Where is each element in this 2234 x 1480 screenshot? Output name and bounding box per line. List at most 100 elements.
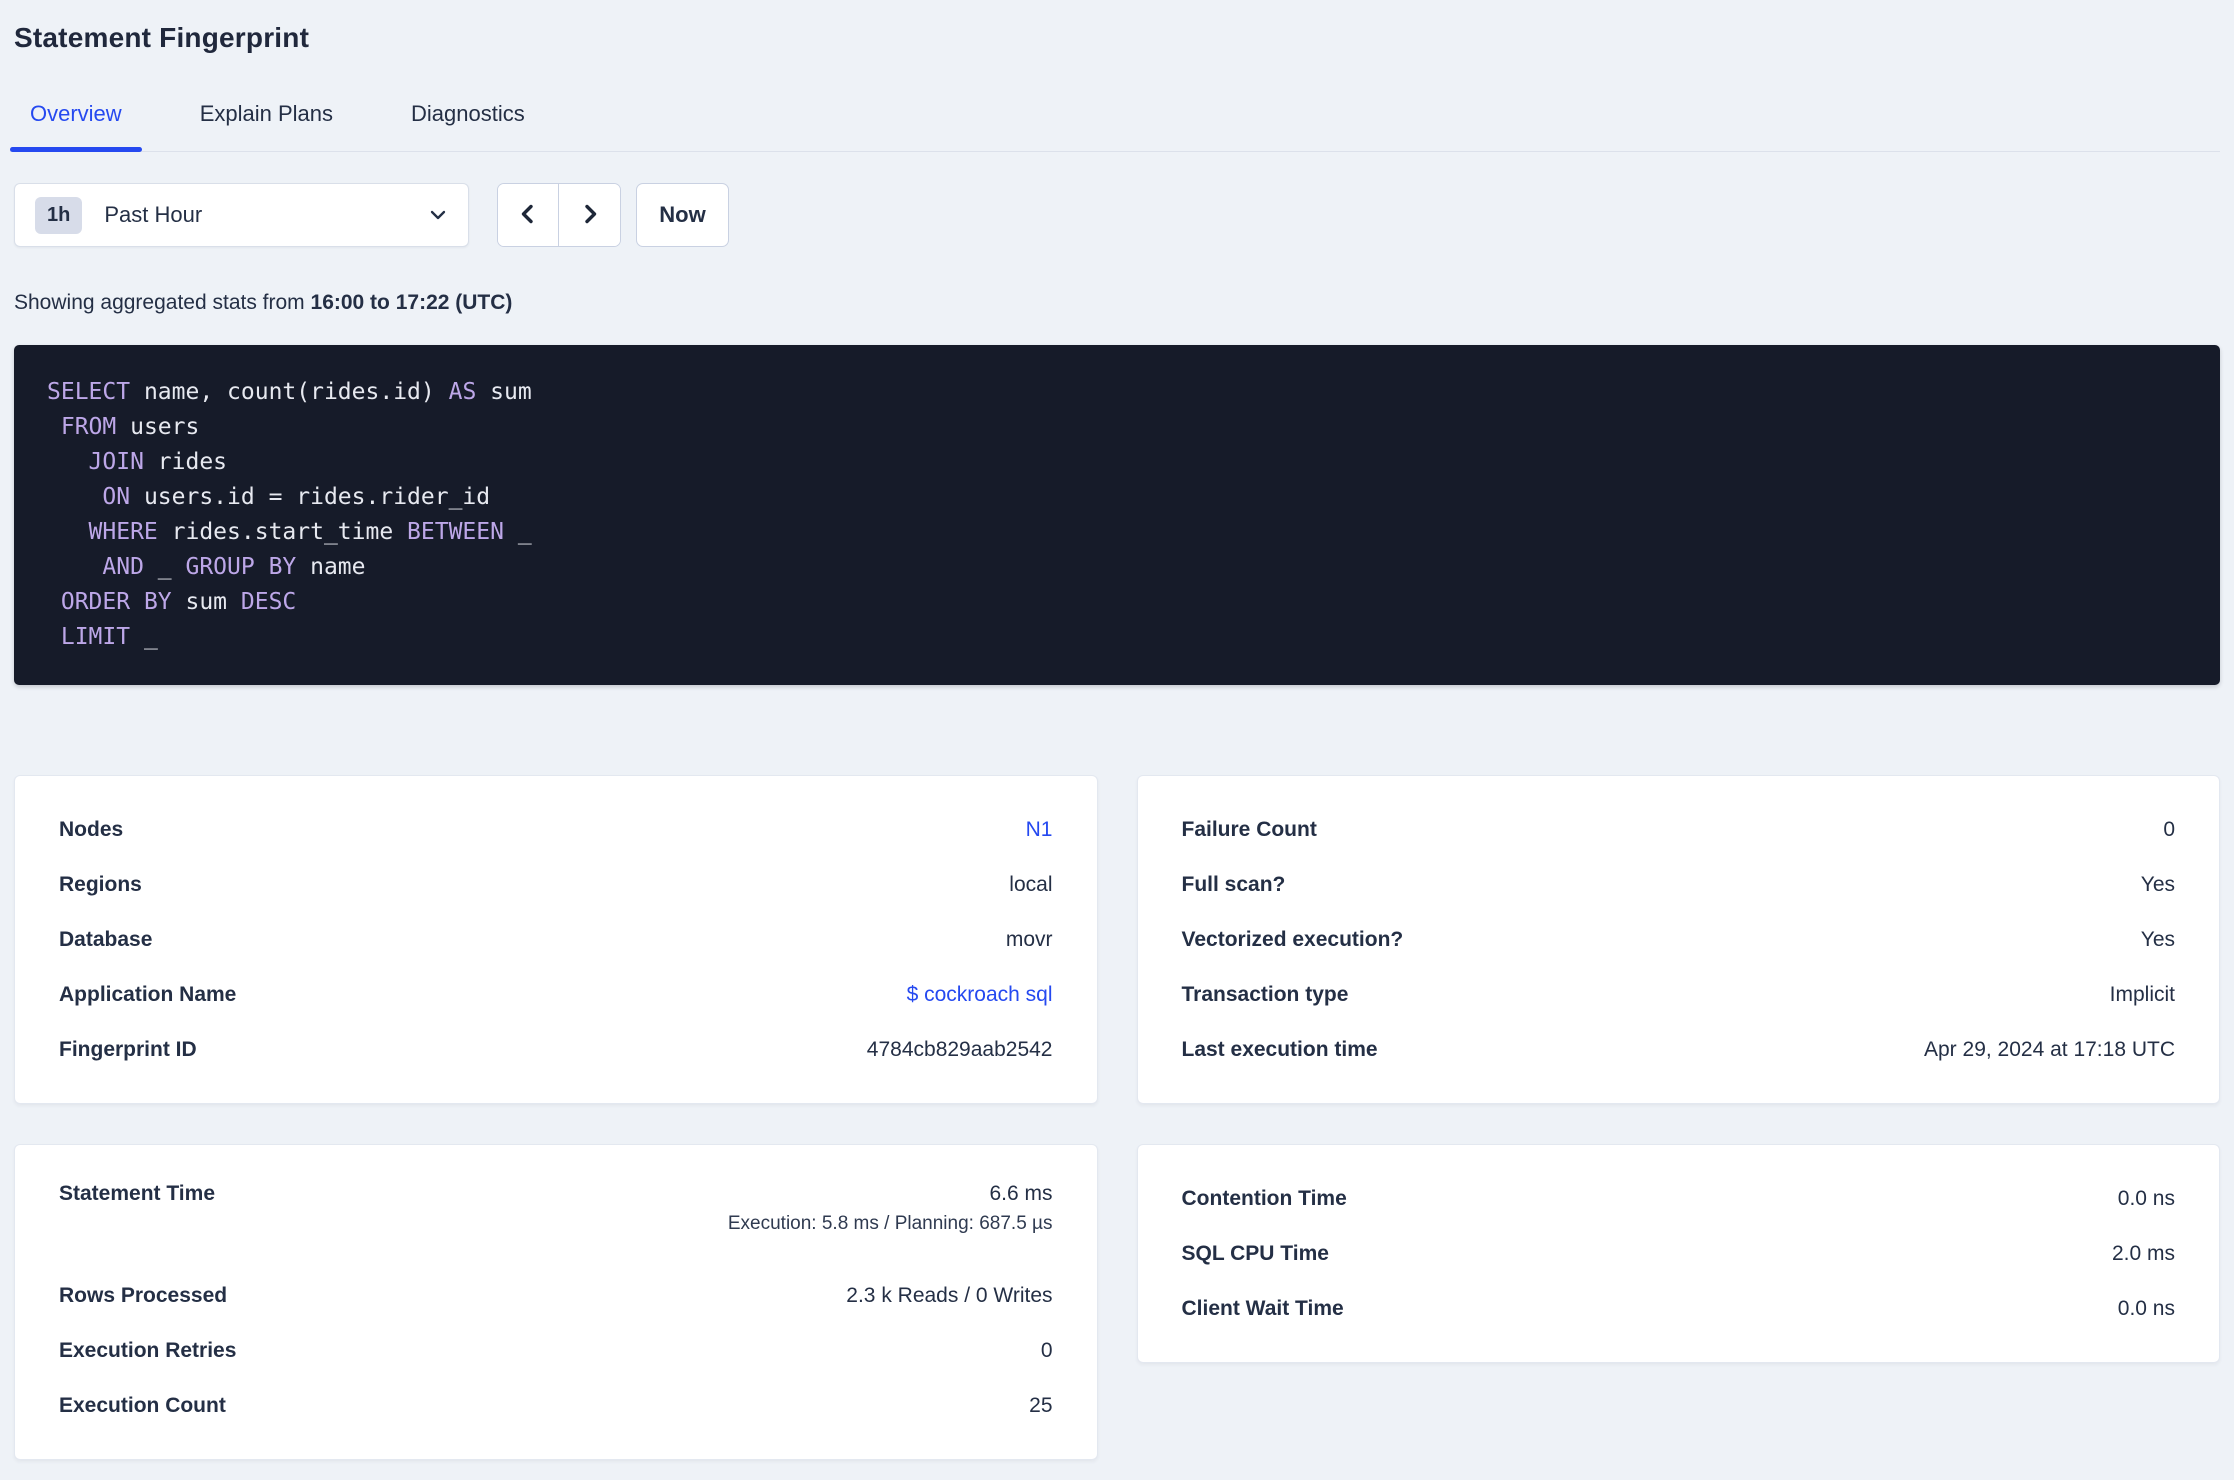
time-controls: 1h Past Hour Now <box>14 183 2220 247</box>
card-row: Vectorized execution? Yes <box>1182 912 2176 967</box>
sql-keyword: WHERE <box>88 519 158 545</box>
row-label: Database <box>59 927 153 951</box>
nodes-link[interactable]: N1 <box>1026 818 1053 841</box>
row-value-block: local <box>1009 873 1052 897</box>
stats-line-prefix: Showing aggregated stats from <box>14 291 311 314</box>
row-label: SQL CPU Time <box>1181 1241 1329 1265</box>
stats-line-range: 16:00 to 17:22 (UTC) <box>310 291 513 314</box>
transaction-type-value: Implicit <box>2109 982 2175 1006</box>
now-button[interactable]: Now <box>636 183 729 247</box>
time-interval-label: Past Hour <box>104 202 203 227</box>
card-row: Statement Time 6.6 ms Execution: 5.8 ms / … <box>59 1171 1053 1268</box>
row-label: Nodes <box>59 817 124 841</box>
sql-text: _ <box>130 624 158 650</box>
client-wait-time-value: 0.0 ns <box>2117 1296 2175 1320</box>
database-value: movr <box>1005 927 1053 951</box>
chevron-down-icon <box>428 205 448 225</box>
chevron-right-icon <box>578 202 602 229</box>
regions-value: local <box>1009 872 1053 896</box>
row-label: Fingerprint ID <box>59 1037 197 1061</box>
statement-fingerprint-page: Statement Fingerprint Overview Explain P… <box>0 22 2234 1460</box>
card-row: Full scan? Yes <box>1182 857 2176 912</box>
row-value-block: 0 <box>2163 818 2175 842</box>
row-label: Transaction type <box>1181 982 1349 1006</box>
row-label: Execution Count <box>59 1393 226 1417</box>
row-label: Full scan? <box>1181 872 1286 896</box>
summary-cards: Nodes N1 Regions local Database movr Applicati… <box>14 775 2220 1460</box>
card-row: Application Name $ cockroach sql <box>59 967 1053 1022</box>
row-label: Statement Time <box>59 1182 215 1205</box>
sql-keyword: ON <box>102 484 131 510</box>
card-row: Database movr <box>59 912 1053 967</box>
row-label: Contention Time <box>1181 1186 1347 1210</box>
row-subvalue: Execution: 5.8 ms / Planning: 687.5 µs <box>727 1213 1053 1234</box>
tab-overview[interactable]: Overview <box>10 100 142 152</box>
contention-time-value: 0.0 ns <box>2117 1186 2175 1210</box>
sql-keyword: LIMIT <box>60 624 131 650</box>
sql-text: sum <box>171 589 241 615</box>
statement-time-value: 6.6 ms <box>989 1182 1053 1205</box>
tab-diagnostics[interactable]: Diagnostics <box>391 100 545 151</box>
sql-text: _ <box>143 554 186 580</box>
sql-text: _ <box>503 519 532 545</box>
card-row: Failure Count 0 <box>1182 802 2176 857</box>
row-value-block: Yes <box>2141 873 2175 897</box>
row-label: Failure Count <box>1181 817 1317 841</box>
card-row: Nodes N1 <box>59 802 1053 857</box>
application-name-link[interactable]: $ cockroach sql <box>907 983 1053 1006</box>
row-value-block: movr <box>1006 928 1053 952</box>
time-interval-select[interactable]: 1h Past Hour <box>14 183 469 247</box>
row-value-block: 2.3 k Reads / 0 Writes <box>846 1284 1052 1308</box>
row-value-block: 25 <box>1029 1394 1052 1418</box>
last-execution-time-value: Apr 29, 2024 at 17:18 UTC <box>1924 1037 2175 1061</box>
time-window-arrows <box>497 183 621 247</box>
sql-keyword: AND <box>102 554 144 580</box>
sql-keyword: DESC <box>240 589 297 615</box>
row-label: Rows Processed <box>59 1283 228 1307</box>
fingerprint-id-value: 4784cb829aab2542 <box>866 1037 1053 1061</box>
tab-explain-plans[interactable]: Explain Plans <box>180 100 353 151</box>
row-label: Execution Retries <box>59 1338 237 1362</box>
row-value-block: Apr 29, 2024 at 17:18 UTC <box>1924 1038 2175 1062</box>
card-row: Regions local <box>59 857 1053 912</box>
wait-times-card: Contention Time 0.0 ns SQL CPU Time 2.0 ms C… <box>1136 1144 2220 1363</box>
row-value-block: 6.6 ms Execution: 5.8 ms / Planning: 687.… <box>728 1182 1053 1235</box>
execution-count-value: 25 <box>1029 1393 1053 1417</box>
row-value-block: $ cockroach sql <box>907 983 1053 1007</box>
tab-bar: Overview Explain Plans Diagnostics <box>10 100 2220 152</box>
row-value-block: N1 <box>1026 818 1053 842</box>
chevron-left-icon <box>516 202 540 229</box>
card-row: Client Wait Time 0.0 ns <box>1182 1281 2176 1336</box>
statement-details-card: Nodes N1 Regions local Database movr Applicati… <box>14 775 1098 1104</box>
card-row: Execution Retries 0 <box>59 1323 1053 1378</box>
card-row: SQL CPU Time 2.0 ms <box>1182 1226 2176 1281</box>
aggregated-stats-line: Showing aggregated stats from 16:00 to 1… <box>14 291 2220 315</box>
row-label: Vectorized execution? <box>1181 927 1404 951</box>
sql-keyword: ORDER BY <box>60 589 172 615</box>
sql-keyword: JOIN <box>88 449 144 475</box>
sql-text: users.id = rides.rider_id <box>130 484 491 510</box>
row-value-block: Implicit <box>2110 983 2175 1007</box>
sql-keyword: SELECT <box>47 379 131 405</box>
previous-time-window-button[interactable] <box>498 184 559 246</box>
row-label: Application Name <box>59 982 237 1006</box>
card-row: Transaction type Implicit <box>1182 967 2176 1022</box>
sql-statement: SELECT name, count(rides.id) AS sum FROM… <box>14 345 2220 685</box>
failure-count-value: 0 <box>2163 817 2175 841</box>
card-row: Contention Time 0.0 ns <box>1182 1171 2176 1226</box>
full-scan-value: Yes <box>2140 872 2175 896</box>
interval-badge: 1h <box>35 196 83 234</box>
card-row: Rows Processed 2.3 k Reads / 0 Writes <box>59 1268 1053 1323</box>
row-value-block: 0.0 ns <box>2118 1297 2175 1321</box>
row-label: Last execution time <box>1181 1037 1378 1061</box>
page-title: Statement Fingerprint <box>14 22 310 53</box>
sql-text: name, count(rides.id) <box>130 379 449 405</box>
card-row: Execution Count 25 <box>59 1378 1053 1433</box>
next-time-window-button[interactable] <box>559 184 620 246</box>
